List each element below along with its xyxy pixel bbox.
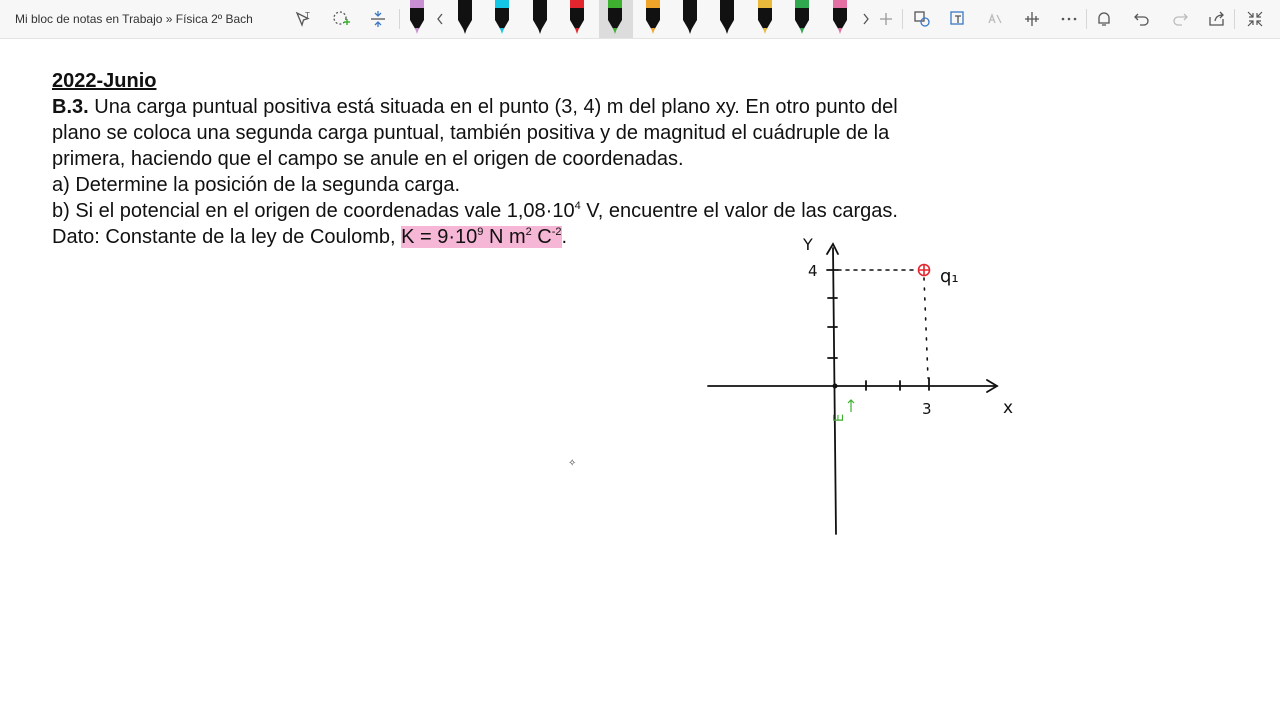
dato-end: . xyxy=(561,226,568,248)
pen-tool-5[interactable] xyxy=(566,0,588,36)
y-axis-label: Y xyxy=(802,235,813,254)
k-unit-c: C xyxy=(531,226,552,248)
toolbar-divider xyxy=(902,9,903,29)
pen-tool-1[interactable] xyxy=(406,0,428,36)
redo-icon[interactable] xyxy=(1168,7,1192,31)
charge-q1-marker xyxy=(917,263,931,277)
pen-tool-3[interactable] xyxy=(491,0,513,36)
pen-tool-11[interactable] xyxy=(791,0,813,36)
toolbar-divider xyxy=(1086,9,1087,29)
cursor-marker-icon: ✧ xyxy=(568,458,577,469)
pen-tool-2[interactable] xyxy=(454,0,476,36)
problem-line-2: plano se coloca una segunda carga puntua… xyxy=(52,122,890,144)
note-page[interactable]: 2022-Junio B.3. Una carga puntual positi… xyxy=(0,39,1280,720)
problem-text-1: Una carga puntual positiva está situada … xyxy=(88,96,898,118)
ink-to-math-icon[interactable] xyxy=(983,7,1007,31)
pen-tool-9[interactable] xyxy=(716,0,738,36)
pen-tool-4[interactable] xyxy=(529,0,551,36)
add-pen-icon[interactable] xyxy=(874,7,898,31)
part-b-text-end: V, encuentre el valor de las cargas. xyxy=(580,200,898,222)
ruler-icon[interactable] xyxy=(1020,7,1044,31)
k-base: K = 9·10 xyxy=(401,226,478,248)
vertical-guide xyxy=(923,277,929,379)
notification-bell-icon[interactable] xyxy=(1092,7,1116,31)
dato-text: Dato: Constante de la ley de Coulomb, xyxy=(52,226,402,248)
pen-tool-8[interactable] xyxy=(679,0,701,36)
y-axis xyxy=(832,247,837,535)
coulomb-constant-highlight: K = 9·109 N m2 C-2 xyxy=(401,226,562,248)
c-exponent: -2 xyxy=(551,226,562,238)
breadcrumb[interactable]: Mi bloc de notas en Trabajo » Física 2º … xyxy=(15,0,253,38)
x-axis-label: x xyxy=(1003,398,1013,418)
chevron-right-icon[interactable] xyxy=(856,7,876,31)
text-select-icon[interactable]: T xyxy=(291,7,315,31)
page-heading: 2022-Junio xyxy=(52,70,157,92)
ink-to-text-icon[interactable] xyxy=(946,7,970,31)
more-options-icon[interactable] xyxy=(1057,7,1081,31)
pen-tool-10[interactable] xyxy=(754,0,776,36)
lasso-select-icon[interactable] xyxy=(329,7,353,31)
chevron-left-icon[interactable] xyxy=(430,7,450,31)
origin-point xyxy=(832,383,838,389)
full-screen-icon[interactable] xyxy=(1243,7,1267,31)
svg-text:T: T xyxy=(305,11,310,20)
add-space-icon[interactable] xyxy=(366,7,390,31)
field-label: E xyxy=(832,414,847,422)
problem-line-1: B.3. Una carga puntual positiva está sit… xyxy=(52,96,898,119)
k-unit-m: N m xyxy=(483,226,526,248)
pen-tool-6[interactable] xyxy=(604,0,626,36)
pen-tool-12[interactable] xyxy=(829,0,851,36)
dato-line: Dato: Constante de la ley de Coulomb, K … xyxy=(52,226,567,249)
ribbon-toolbar: Mi bloc de notas en Trabajo » Física 2º … xyxy=(0,0,1280,39)
part-a: a) Determine la posición de la segunda c… xyxy=(52,174,461,196)
x-tick-label: 3 xyxy=(922,400,932,418)
y-tick-label: 4 xyxy=(808,262,818,280)
pen-tool-7[interactable] xyxy=(642,0,664,36)
charge-q1-label: q₁ xyxy=(940,266,959,287)
toolbar-divider xyxy=(399,9,400,29)
field-arrow-mark xyxy=(847,399,855,412)
part-b-text: b) Si el potencial en el origen de coord… xyxy=(52,200,575,222)
part-b: b) Si el potencial en el origen de coord… xyxy=(52,200,898,223)
share-icon[interactable] xyxy=(1205,7,1229,31)
problem-number: B.3. xyxy=(52,96,89,118)
ink-to-shape-icon[interactable] xyxy=(910,7,934,31)
problem-line-3: primera, haciendo que el campo se anule … xyxy=(52,148,684,170)
coordinate-sketch: Y x 4 3 q₁ E xyxy=(707,235,1013,535)
toolbar-divider xyxy=(1234,9,1235,29)
undo-icon[interactable] xyxy=(1130,7,1154,31)
